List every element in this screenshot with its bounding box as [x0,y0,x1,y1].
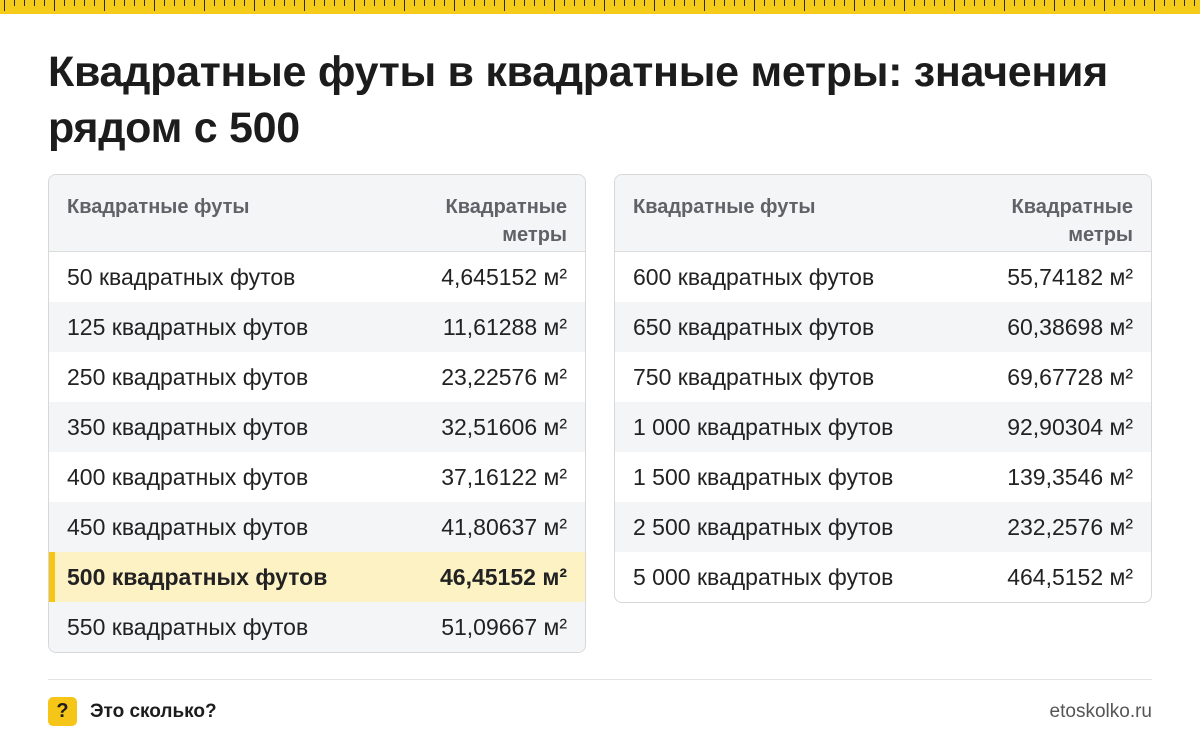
cell-sqft: 750 квадратных футов [633,363,875,390]
cell-sqft: 5 000 квадратных футов [633,563,894,590]
table-row: 5 000 квадратных футов 464,5152 м² [615,552,1151,602]
table-row-highlighted: 500 квадратных футов 46,45152 м² [49,552,585,602]
cell-sqft: 500 квадратных футов [67,563,328,590]
table-row: 750 квадратных футов 69,67728 м² [615,352,1151,402]
table-row: 350 квадратных футов 32,51606 м² [49,402,585,452]
ruler-decoration [0,0,1200,14]
cell-sqft: 600 квадратных футов [633,263,875,290]
cell-sqm: 464,5152 м² [1007,563,1133,590]
cell-sqm: 11,61288 м² [442,313,567,340]
cell-sqm: 32,51606 м² [441,413,567,440]
column-header-sqft: Квадратные футы [633,196,816,218]
cell-sqm: 232,2576 м² [1007,513,1133,540]
cell-sqm: 55,74182 м² [1007,263,1133,290]
table-row: 125 квадратных футов 11,61288 м² [49,302,585,352]
cell-sqft: 50 квадратных футов [67,263,296,290]
cell-sqm: 69,67728 м² [1007,363,1133,390]
cell-sqft: 1 500 квадратных футов [633,463,894,490]
column-header-sqm: Квадратные метры [1011,196,1133,246]
cell-sqft: 650 квадратных футов [633,313,875,340]
cell-sqft: 2 500 квадратных футов [633,513,894,540]
table-row: 650 квадратных футов 60,38698 м² [615,302,1151,352]
column-header-sqm: Квадратные метры [445,196,567,246]
table-body: 50 квадратных футов 4,645152 м² 125 квад… [49,252,585,652]
table-header: Квадратные футы Квадратные метры [615,175,1151,252]
table-row: 50 квадратных футов 4,645152 м² [49,252,585,302]
cell-sqft: 400 квадратных футов [67,463,309,490]
cell-sqm: 51,09667 м² [441,613,567,640]
table-row: 600 квадратных футов 55,74182 м² [615,252,1151,302]
cell-sqm: 92,90304 м² [1007,413,1133,440]
cell-sqft: 250 квадратных футов [67,363,309,390]
cell-sqm: 139,3546 м² [1007,463,1133,490]
cell-sqft: 550 квадратных футов [67,613,309,640]
cell-sqft: 1 000 квадратных футов [633,413,894,440]
footer-divider [48,679,1152,680]
column-header-sqft: Квадратные футы [67,196,250,218]
cell-sqm: 41,80637 м² [441,513,567,540]
table-row: 1 500 квадратных футов 139,3546 м² [615,452,1151,502]
cell-sqm: 37,16122 м² [441,463,567,490]
cell-sqm: 46,45152 м² [440,563,567,590]
question-mark-icon: ? [48,697,77,726]
cell-sqm: 4,645152 м² [441,263,567,290]
table-row: 400 квадратных футов 37,16122 м² [49,452,585,502]
table-row: 1 000 квадратных футов 92,90304 м² [615,402,1151,452]
table-row: 250 квадратных футов 23,22576 м² [49,352,585,402]
cell-sqft: 450 квадратных футов [67,513,309,540]
cell-sqft: 350 квадратных футов [67,413,309,440]
table-row: 2 500 квадратных футов 232,2576 м² [615,502,1151,552]
page-title: Квадратные футы в квадратные метры: знач… [48,48,1108,152]
table-header: Квадратные футы Квадратные метры [49,175,585,252]
table-row: 550 квадратных футов 51,09667 м² [49,602,585,652]
footer-brand: ? Это сколько? [48,697,217,726]
table-row: 450 квадратных футов 41,80637 м² [49,502,585,552]
conversion-table-left: Квадратные футы Квадратные метры 50 квад… [48,174,586,653]
brand-name: Это сколько? [90,700,217,722]
cell-sqm: 60,38698 м² [1007,313,1133,340]
cell-sqft: 125 квадратных футов [67,313,309,340]
conversion-table-right: Квадратные футы Квадратные метры 600 ква… [614,174,1152,603]
table-body: 600 квадратных футов 55,74182 м² 650 ква… [615,252,1151,602]
site-url: etoskolko.ru [1049,701,1152,722]
cell-sqm: 23,22576 м² [441,363,567,390]
